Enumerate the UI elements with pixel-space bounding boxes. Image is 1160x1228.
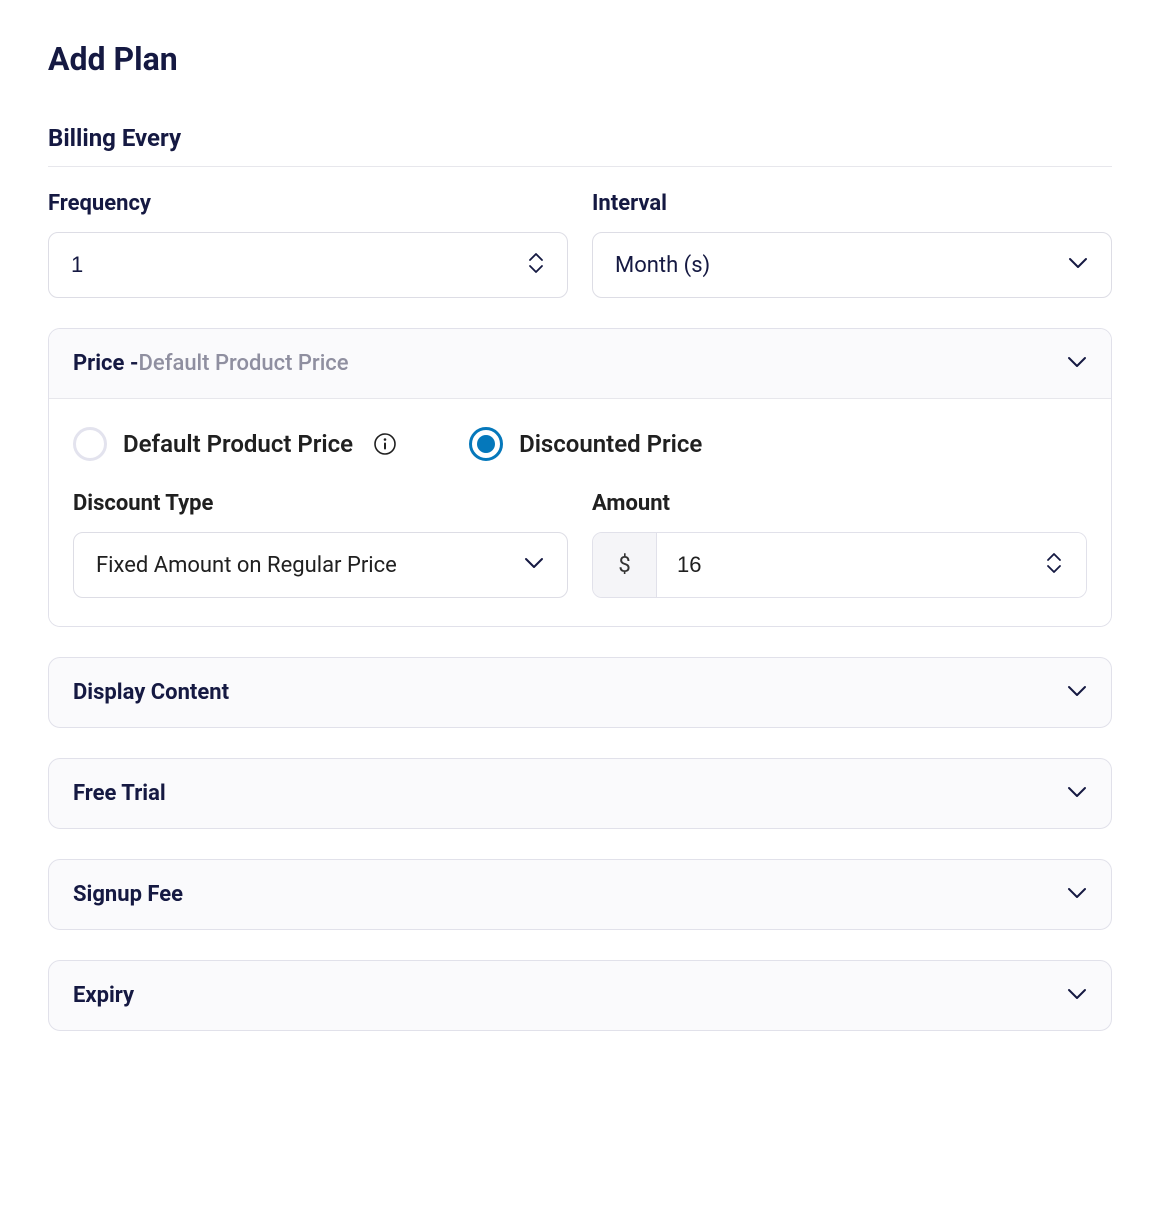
discount-type-select-wrap[interactable]: Fixed Amount on Regular Price (73, 532, 568, 598)
amount-input-wrap (657, 533, 1086, 597)
interval-value: Month (s) (615, 253, 710, 278)
amount-input[interactable] (657, 533, 1086, 597)
discount-type-field: Discount Type Fixed Amount on Regular Pr… (73, 491, 568, 598)
discount-type-select[interactable]: Fixed Amount on Regular Price (73, 532, 568, 598)
chevron-down-icon (1067, 682, 1087, 704)
discount-type-value: Fixed Amount on Regular Price (96, 553, 397, 578)
chevron-down-icon (1067, 353, 1087, 375)
currency-symbol: $ (593, 533, 657, 597)
radio-dot (477, 435, 495, 453)
chevron-down-icon (1067, 783, 1087, 805)
price-section-body: Default Product Price Discounted Price D… (49, 398, 1111, 626)
price-header-sub: Default Product Price (139, 351, 349, 376)
accordion-expiry[interactable]: Expiry (48, 960, 1112, 1031)
radio-discounted-price[interactable]: Discounted Price (469, 427, 702, 461)
radio-default-label: Default Product Price (123, 430, 353, 458)
frequency-field: Frequency (48, 191, 568, 298)
interval-select[interactable]: Month (s) (592, 232, 1112, 298)
price-header-label: Price - (73, 351, 139, 376)
accordion-label: Expiry (73, 983, 134, 1008)
amount-wrap: $ (592, 532, 1087, 598)
chevron-down-icon (1067, 884, 1087, 906)
radio-circle-selected (469, 427, 503, 461)
price-section-header[interactable]: Price - Default Product Price (49, 329, 1111, 398)
accordion-signup-fee[interactable]: Signup Fee (48, 859, 1112, 930)
chevron-down-icon (1067, 985, 1087, 1007)
info-icon[interactable] (373, 432, 397, 456)
radio-discounted-label: Discounted Price (519, 430, 702, 458)
radio-default-price[interactable]: Default Product Price (73, 427, 397, 461)
billing-row: Frequency Interval Month (s) (48, 191, 1112, 298)
price-header-text: Price - Default Product Price (73, 351, 349, 376)
discount-row: Discount Type Fixed Amount on Regular Pr… (73, 491, 1087, 598)
interval-select-wrap[interactable]: Month (s) (592, 232, 1112, 298)
accordion-label: Free Trial (73, 781, 166, 806)
price-section: Price - Default Product Price Default Pr… (48, 328, 1112, 627)
accordion-display-content[interactable]: Display Content (48, 657, 1112, 728)
price-radio-row: Default Product Price Discounted Price (73, 427, 1087, 461)
accordion-label: Signup Fee (73, 882, 183, 907)
billing-section-title: Billing Every (48, 124, 1112, 167)
amount-field: Amount $ (592, 491, 1087, 598)
accordion-label: Display Content (73, 680, 229, 705)
frequency-input-wrap (48, 232, 568, 298)
interval-label: Interval (592, 191, 1112, 216)
radio-circle (73, 427, 107, 461)
page-title: Add Plan (48, 40, 1112, 78)
frequency-label: Frequency (48, 191, 568, 216)
discount-type-label: Discount Type (73, 491, 568, 516)
interval-field: Interval Month (s) (592, 191, 1112, 298)
frequency-input[interactable] (48, 232, 568, 298)
amount-label: Amount (592, 491, 1087, 516)
accordion-free-trial[interactable]: Free Trial (48, 758, 1112, 829)
